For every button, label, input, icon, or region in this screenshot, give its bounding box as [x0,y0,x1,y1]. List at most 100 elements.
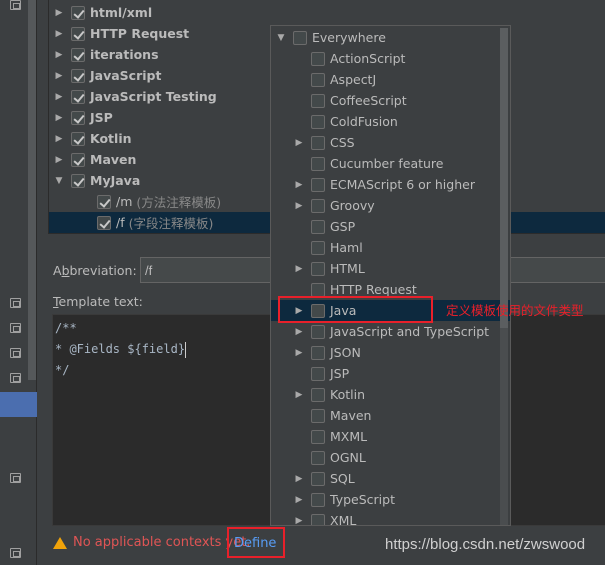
context-item[interactable]: ▶ Groovy [271,195,500,216]
checkbox[interactable] [311,240,325,255]
context-item[interactable]: ▶ HTML [271,258,500,279]
context-item[interactable]: Cucumber feature [271,153,500,174]
context-item[interactable]: ▶ JavaScript and TypeScript [271,321,500,342]
popup-scrollbar[interactable] [500,28,508,525]
context-item[interactable]: OGNL [271,447,500,468]
expand-arrow-icon[interactable]: ▶ [293,348,305,358]
context-item-label: HTTP Request [330,282,417,297]
context-item[interactable]: ▼ Everywhere [271,27,500,48]
expand-arrow-icon[interactable]: ▶ [293,138,305,148]
checkbox[interactable] [311,93,325,108]
context-item[interactable]: ColdFusion [271,111,500,132]
checkbox[interactable] [97,215,111,230]
expand-arrow-icon[interactable]: ▶ [293,390,305,400]
collapse-arrow-icon[interactable]: ▼ [275,33,287,43]
context-item[interactable]: GSP [271,216,500,237]
checkbox[interactable] [311,492,325,507]
context-popup: ▶ XML ▶ TypeScript ▶ SQL OGNL MXML Maven ▶ Kotlin J… [270,25,511,526]
checkbox[interactable] [311,429,325,444]
highlight-box [227,527,285,558]
checkbox[interactable] [311,177,325,192]
checkbox[interactable] [311,387,325,402]
expand-arrow-icon[interactable]: ▶ [293,201,305,211]
checkbox[interactable] [311,219,325,234]
expand-arrow-icon[interactable]: ▶ [53,134,65,144]
context-item[interactable]: Haml [271,237,500,258]
checkbox[interactable] [97,194,111,209]
context-item[interactable]: Maven [271,405,500,426]
checkbox[interactable] [311,324,325,339]
copy-icon[interactable] [10,298,21,308]
checkbox[interactable] [71,5,85,20]
checkbox[interactable] [71,47,85,62]
expand-arrow-icon[interactable]: ▶ [293,495,305,505]
highlight-box [278,296,433,323]
checkbox[interactable] [71,110,85,125]
expand-arrow-icon[interactable]: ▶ [53,8,65,18]
context-item-label: CoffeeScript [330,93,407,108]
checkbox[interactable] [311,261,325,276]
abbreviation-label: Abbreviation: [53,263,137,278]
checkbox[interactable] [311,471,325,486]
sidebar-scrollbar[interactable] [28,0,36,380]
scrollbar-thumb[interactable] [500,28,508,328]
sidebar-selected-item[interactable] [0,392,37,417]
expand-arrow-icon[interactable]: ▶ [53,155,65,165]
checkbox[interactable] [71,68,85,83]
expand-arrow-icon[interactable]: ▶ [293,264,305,274]
expand-arrow-icon[interactable]: ▶ [53,50,65,60]
tree-item[interactable]: ▶ html/xml [49,2,605,23]
checkbox[interactable] [311,72,325,87]
context-item[interactable]: ▶ TypeScript [271,489,500,510]
context-item[interactable]: JSP [271,363,500,384]
context-item[interactable]: ▶ SQL [271,468,500,489]
copy-icon[interactable] [10,348,21,358]
context-item-label: ActionScript [330,51,406,66]
checkbox[interactable] [311,408,325,423]
context-item[interactable]: ▶ CSS [271,132,500,153]
checkbox[interactable] [311,345,325,360]
checkbox[interactable] [311,135,325,150]
checkbox[interactable] [311,156,325,171]
expand-arrow-icon[interactable]: ▶ [293,327,305,337]
checkbox[interactable] [71,173,85,188]
context-item[interactable]: ▶ Kotlin [271,384,500,405]
context-item[interactable]: AspectJ [271,69,500,90]
expand-arrow-icon[interactable]: ▶ [293,180,305,190]
checkbox[interactable] [293,30,307,45]
context-item[interactable]: ActionScript [271,48,500,69]
expand-arrow-icon[interactable]: ▶ [293,516,305,526]
checkbox[interactable] [71,89,85,104]
checkbox[interactable] [71,152,85,167]
context-item[interactable]: CoffeeScript [271,90,500,111]
checkbox[interactable] [311,51,325,66]
expand-arrow-icon[interactable]: ▶ [53,92,65,102]
collapse-arrow-icon[interactable]: ▼ [53,176,65,186]
context-item[interactable]: MXML [271,426,500,447]
checkbox[interactable] [311,198,325,213]
checkbox[interactable] [311,366,325,381]
copy-icon[interactable] [10,548,21,558]
tree-item-label: /m [116,194,133,209]
expand-arrow-icon[interactable]: ▶ [293,474,305,484]
copy-icon[interactable] [10,0,21,10]
context-item-label: CSS [330,135,355,150]
tree-item-description: (方法注释模板) [136,195,222,210]
context-item[interactable]: ▶ JSON [271,342,500,363]
context-item[interactable]: ▶ XML [271,510,500,526]
checkbox[interactable] [71,131,85,146]
copy-icon[interactable] [10,373,21,383]
expand-arrow-icon[interactable]: ▶ [53,29,65,39]
copy-icon[interactable] [10,473,21,483]
checkbox[interactable] [71,26,85,41]
checkbox[interactable] [311,282,325,297]
expand-arrow-icon[interactable]: ▶ [53,113,65,123]
context-item[interactable]: ▶ ECMAScript 6 or higher [271,174,500,195]
tree-item-label: HTTP Request [90,26,190,41]
copy-icon[interactable] [10,323,21,333]
checkbox[interactable] [311,450,325,465]
checkbox[interactable] [311,513,325,525]
tree-item-label: JavaScript [90,68,162,83]
checkbox[interactable] [311,114,325,129]
expand-arrow-icon[interactable]: ▶ [53,71,65,81]
